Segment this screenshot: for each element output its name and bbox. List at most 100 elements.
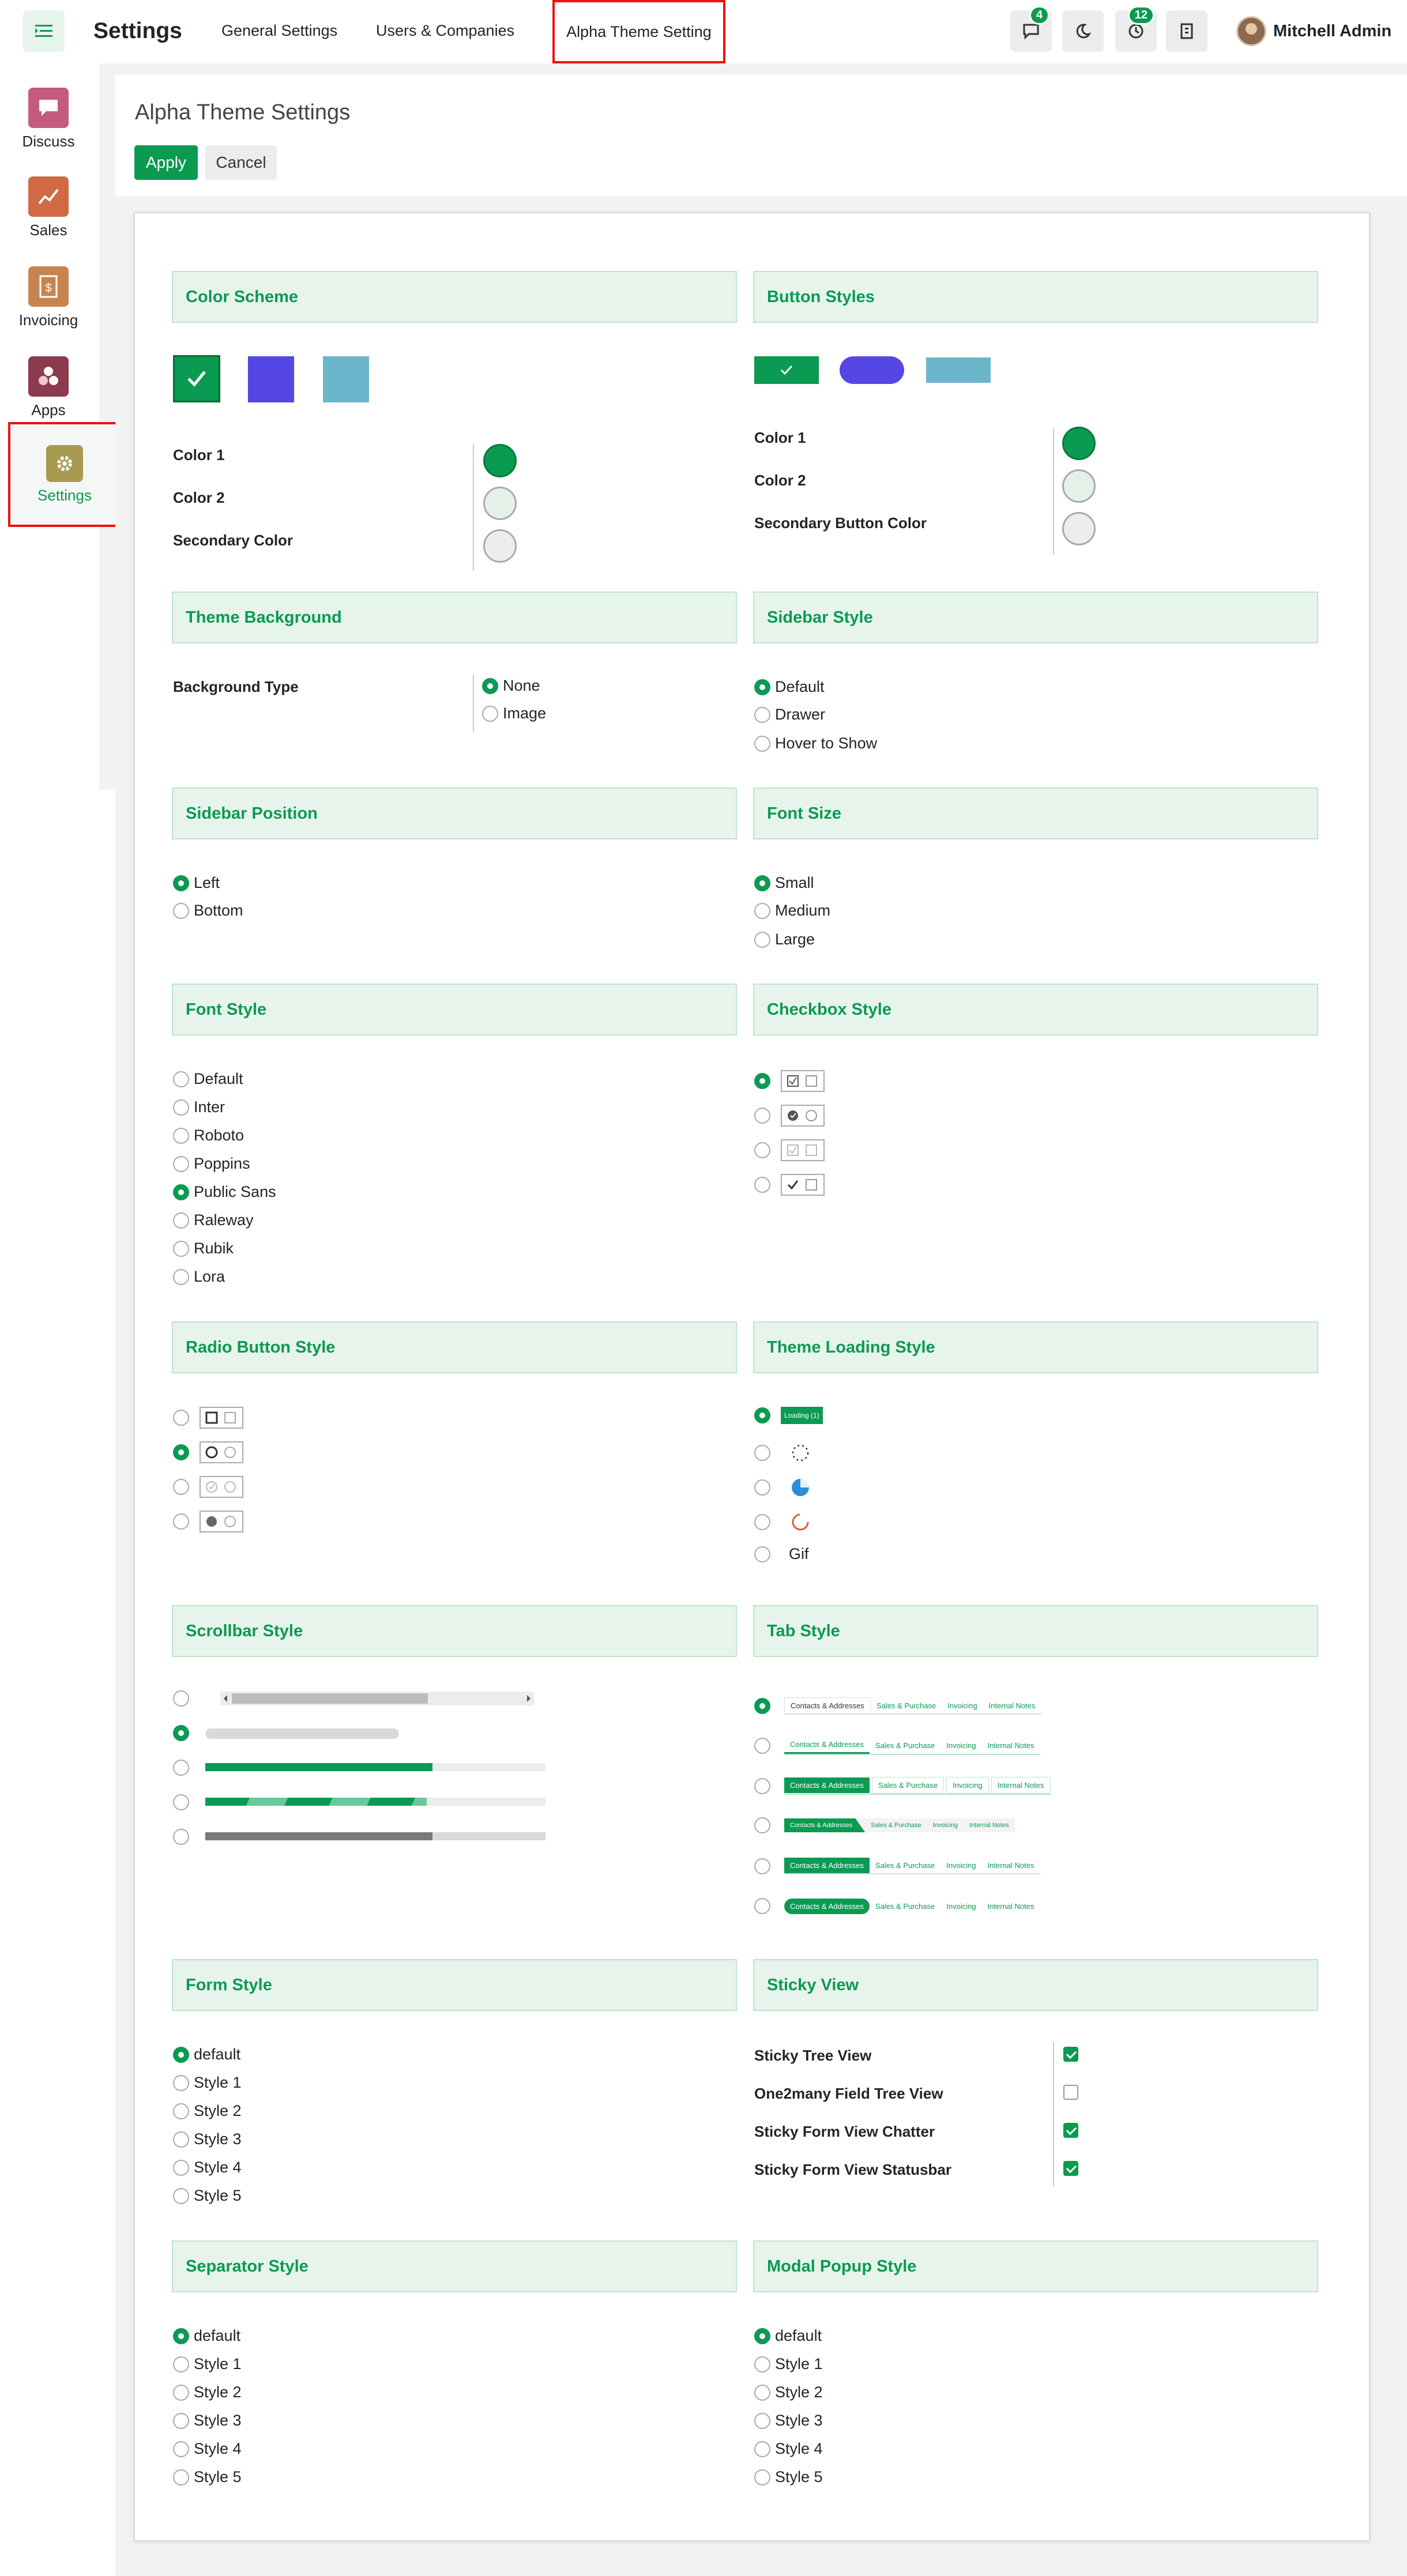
font-rubik-option[interactable]: Rubik (173, 1240, 234, 1257)
sidebar-item-invoicing[interactable]: $ Invoicing (0, 266, 97, 329)
color-scheme-green[interactable] (173, 355, 220, 402)
position-left-option[interactable]: Left (173, 874, 220, 892)
scrollbar-style-2[interactable] (173, 1725, 189, 1741)
sidebar-item-discuss[interactable]: Discuss (0, 88, 97, 150)
font-default-option[interactable]: Default (173, 1070, 243, 1088)
button-color-2-picker[interactable] (1062, 469, 1096, 503)
tab-style-4[interactable]: Contacts & Addresses Sales & Purchase In… (754, 1817, 1015, 1833)
font-size-medium-option[interactable]: Medium (754, 902, 830, 920)
radio-style-4[interactable] (173, 1511, 243, 1532)
modal-style-1[interactable]: Style 1 (754, 2355, 823, 2373)
apply-button[interactable]: Apply (134, 145, 198, 180)
font-size-large-option[interactable]: Large (754, 931, 815, 948)
tab-style-3[interactable]: Contacts & Addresses Sales & Purchase In… (754, 1777, 1051, 1795)
loading-style-text[interactable]: Loading (1) (754, 1407, 823, 1424)
activity-button[interactable]: 12 (1115, 6, 1157, 52)
color-1-picker[interactable] (483, 444, 517, 477)
separator-style-default[interactable]: default (173, 2327, 240, 2345)
form-style-1[interactable]: Style 1 (173, 2074, 242, 2092)
separator-style-2[interactable]: Style 2 (173, 2383, 242, 2401)
nav-users-companies[interactable]: Users & Companies (376, 22, 514, 40)
form-style-5[interactable]: Style 5 (173, 2187, 242, 2205)
font-raleway-option[interactable]: Raleway (173, 1211, 254, 1229)
loading-style-dots[interactable] (754, 1441, 812, 1464)
separator-style-4[interactable]: Style 4 (173, 2440, 242, 2458)
separator-style-3[interactable]: Style 3 (173, 2412, 242, 2430)
font-inter-option[interactable]: Inter (173, 1098, 225, 1116)
radio-icon (754, 902, 770, 919)
modal-style-5[interactable]: Style 5 (754, 2468, 823, 2486)
button-style-pill[interactable] (840, 356, 904, 384)
checkbox-style-1[interactable] (754, 1070, 825, 1092)
form-style-4[interactable]: Style 4 (173, 2159, 242, 2176)
scrollbar-style-3[interactable] (173, 1760, 189, 1776)
tab-style-5[interactable]: Contacts & Addresses Sales & Purchase In… (754, 1858, 1040, 1874)
checkbox-style-4[interactable] (754, 1174, 825, 1196)
color-scheme-blue[interactable] (248, 356, 294, 402)
cancel-button[interactable]: Cancel (205, 145, 277, 180)
modal-style-2[interactable]: Style 2 (754, 2383, 823, 2401)
tab-style-1[interactable]: Contacts & Addresses Sales & Purchase In… (754, 1697, 1041, 1715)
loading-style-circle[interactable] (754, 1476, 812, 1499)
nav-alpha-theme-setting[interactable]: Alpha Theme Setting (552, 0, 725, 63)
separator-style-1[interactable]: Style 1 (173, 2355, 242, 2373)
modal-style-4[interactable]: Style 4 (754, 2440, 823, 2458)
color-2-picker[interactable] (483, 487, 517, 520)
font-poppins-option[interactable]: Poppins (173, 1155, 250, 1173)
checkbox-style-3[interactable] (754, 1139, 825, 1161)
sticky-chatter-checkbox[interactable] (1063, 2123, 1078, 2138)
scrollbar-style-5[interactable] (173, 1829, 189, 1845)
user-menu[interactable]: Mitchell Admin (1236, 16, 1391, 46)
font-public-sans-option[interactable]: Public Sans (173, 1183, 276, 1201)
button-style-square[interactable] (754, 356, 819, 384)
tab-style-2[interactable]: Contacts & Addresses Sales & Purchase In… (754, 1737, 1040, 1755)
sidebar-drawer-option[interactable]: Drawer (754, 706, 825, 724)
sidebar-default-option[interactable]: Default (754, 678, 825, 696)
bg-image-option[interactable]: Image (482, 705, 546, 722)
font-roboto-option[interactable]: Roboto (173, 1127, 244, 1144)
secondary-button-color-picker[interactable] (1062, 512, 1096, 545)
chat-button[interactable]: 4 (1010, 6, 1052, 52)
one2many-tree-view-checkbox[interactable] (1063, 2085, 1078, 2100)
radio-style-3[interactable] (173, 1476, 243, 1498)
font-size-small-option[interactable]: Small (754, 874, 814, 892)
radio-style-2[interactable] (173, 1441, 243, 1463)
button-style-flat[interactable] (926, 357, 991, 383)
sidebar-item-settings[interactable]: Settings (8, 422, 121, 527)
loading-style-ring[interactable] (754, 1511, 812, 1534)
sidebar-item-apps[interactable]: Apps (0, 356, 97, 419)
scrollbar-preview-2 (205, 1728, 399, 1739)
checkbox-style-2[interactable] (754, 1105, 825, 1127)
radio-icon (173, 1479, 189, 1495)
company-button[interactable] (1166, 10, 1207, 52)
scrollbar-style-1[interactable] (173, 1690, 189, 1707)
button-color-1-picker[interactable] (1062, 427, 1096, 460)
sidebar-hover-option[interactable]: Hover to Show (754, 735, 877, 752)
separator-style-5[interactable]: Style 5 (173, 2468, 242, 2486)
form-style-2[interactable]: Style 2 (173, 2102, 242, 2120)
sticky-tree-view-label: Sticky Tree View (754, 2047, 872, 2064)
sticky-statusbar-checkbox[interactable] (1063, 2161, 1078, 2176)
scrollbar-style-4[interactable] (173, 1794, 189, 1810)
sidebar-item-sales[interactable]: Sales (0, 176, 97, 239)
modal-style-default[interactable]: default (754, 2327, 822, 2345)
sticky-tree-view-checkbox[interactable] (1063, 2047, 1078, 2062)
scrollbar-thumb (205, 1798, 427, 1806)
tab-style-6[interactable]: Contacts & Addresses Sales & Purchase In… (754, 1898, 1040, 1914)
font-lora-option[interactable]: Lora (173, 1268, 225, 1286)
nav-general-settings[interactable]: General Settings (221, 22, 337, 40)
app-menu-button[interactable] (23, 10, 65, 52)
bg-none-option[interactable]: None (482, 677, 540, 695)
radio-icon (754, 1479, 770, 1496)
form-style-3[interactable]: Style 3 (173, 2130, 242, 2148)
option-label: Style 1 (194, 2074, 242, 2091)
option-label: Drawer (775, 706, 826, 723)
position-bottom-option[interactable]: Bottom (173, 902, 243, 920)
dark-mode-toggle[interactable] (1062, 10, 1104, 52)
secondary-color-picker[interactable] (483, 529, 517, 563)
radio-style-1[interactable] (173, 1407, 243, 1429)
color-scheme-teal[interactable] (323, 356, 369, 402)
modal-style-3[interactable]: Style 3 (754, 2412, 823, 2430)
form-style-default[interactable]: default (173, 2046, 240, 2063)
loading-style-gif[interactable]: Gif (754, 1545, 809, 1563)
